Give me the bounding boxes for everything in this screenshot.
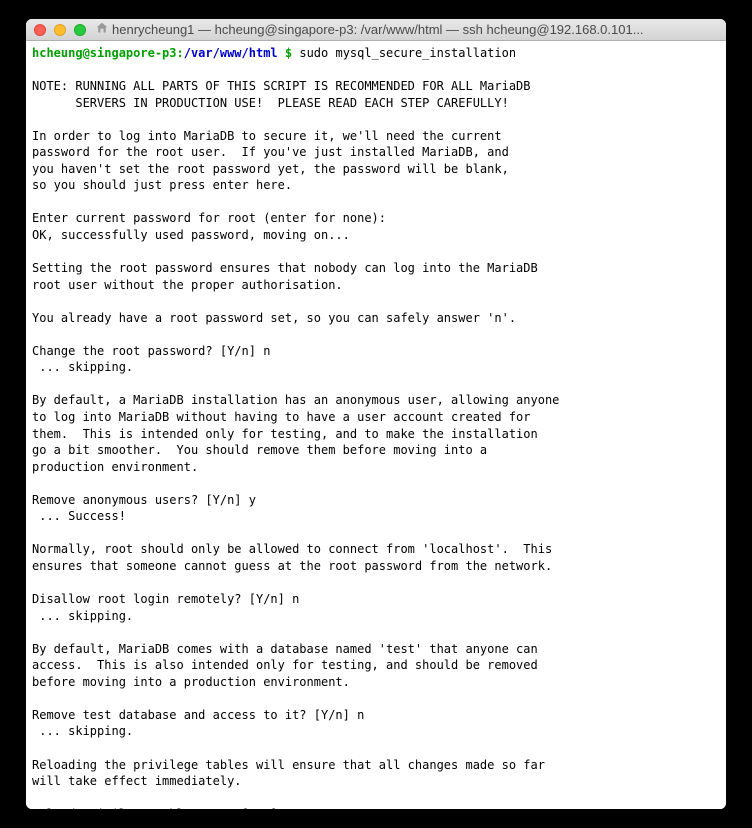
terminal-line: access. This is also intended only for t… xyxy=(32,658,538,672)
terminal-line: NOTE: RUNNING ALL PARTS OF THIS SCRIPT I… xyxy=(32,79,531,93)
zoom-icon[interactable] xyxy=(74,24,86,36)
terminal-line: SERVERS IN PRODUCTION USE! PLEASE READ E… xyxy=(32,96,509,110)
terminal-line: you haven't set the root password yet, t… xyxy=(32,162,509,176)
terminal-line: In order to log into MariaDB to secure i… xyxy=(32,129,502,143)
terminal-line: to log into MariaDB without having to ha… xyxy=(32,410,531,424)
terminal-line: ... Success! xyxy=(32,509,126,523)
terminal-line: ... skipping. xyxy=(32,360,133,374)
terminal-line: so you should just press enter here. xyxy=(32,178,292,192)
minimize-icon[interactable] xyxy=(54,24,66,36)
terminal-line: By default, MariaDB comes with a databas… xyxy=(32,642,538,656)
terminal-line: By default, a MariaDB installation has a… xyxy=(32,393,559,407)
terminal-line: Normally, root should only be allowed to… xyxy=(32,542,552,556)
terminal-line: You already have a root password set, so… xyxy=(32,311,516,325)
prompt-path: /var/www/html xyxy=(184,46,278,60)
terminal-line: password for the root user. If you've ju… xyxy=(32,145,509,159)
terminal-line: Reload privilege tables now? [Y/n] y xyxy=(32,807,292,809)
home-icon xyxy=(96,22,108,37)
terminal-line: root user without the proper authorisati… xyxy=(32,278,343,292)
terminal-line: ... skipping. xyxy=(32,724,133,738)
close-icon[interactable] xyxy=(34,24,46,36)
terminal-line: Change the root password? [Y/n] n xyxy=(32,344,270,358)
terminal-line: Setting the root password ensures that n… xyxy=(32,261,538,275)
terminal-line: OK, successfully used password, moving o… xyxy=(32,228,350,242)
traffic-lights xyxy=(34,24,86,36)
titlebar[interactable]: henrycheung1 — hcheung@singapore-p3: /va… xyxy=(26,19,726,41)
terminal-line: Enter current password for root (enter f… xyxy=(32,211,386,225)
terminal-line: go a bit smoother. You should remove the… xyxy=(32,443,487,457)
terminal-line: before moving into a production environm… xyxy=(32,675,350,689)
terminal-line: will take effect immediately. xyxy=(32,774,242,788)
terminal-body[interactable]: hcheung@singapore-p3:/var/www/html $ sud… xyxy=(26,41,726,809)
command-text: sudo mysql_secure_installation xyxy=(299,46,516,60)
terminal-line: Remove anonymous users? [Y/n] y xyxy=(32,493,256,507)
terminal-line: ensures that someone cannot guess at the… xyxy=(32,559,552,573)
terminal-line: Remove test database and access to it? [… xyxy=(32,708,364,722)
terminal-line: ... skipping. xyxy=(32,609,133,623)
terminal-line: Reloading the privilege tables will ensu… xyxy=(32,758,545,772)
terminal-line: production environment. xyxy=(32,460,198,474)
terminal-window: henrycheung1 — hcheung@singapore-p3: /va… xyxy=(26,19,726,809)
prompt-user-host: hcheung@singapore-p3 xyxy=(32,46,177,60)
terminal-line: Disallow root login remotely? [Y/n] n xyxy=(32,592,299,606)
prompt-sep: : xyxy=(177,46,184,60)
window-title: henrycheung1 — hcheung@singapore-p3: /va… xyxy=(112,22,718,37)
terminal-line: them. This is intended only for testing,… xyxy=(32,427,538,441)
prompt-dollar: $ xyxy=(278,46,300,60)
